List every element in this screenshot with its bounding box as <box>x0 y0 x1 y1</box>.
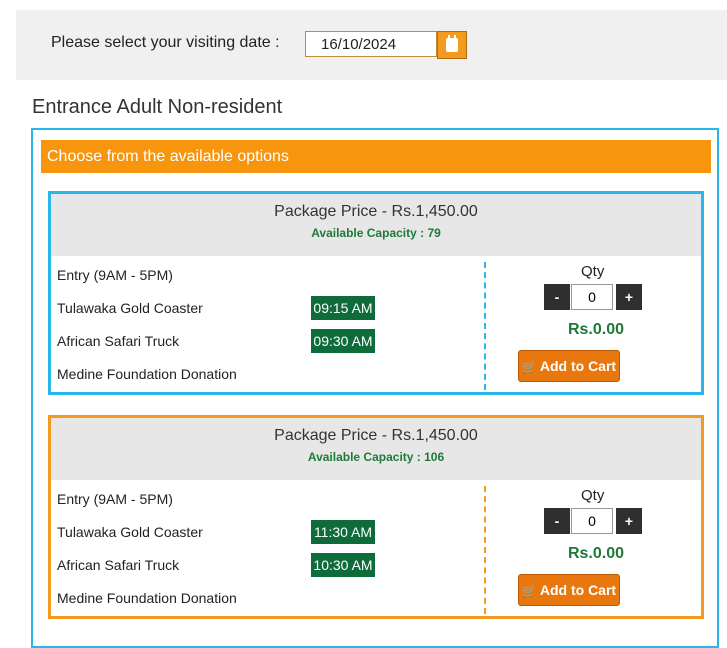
list-item: African Safari Truck 09:30 AM <box>57 329 477 353</box>
list-item: Medine Foundation Donation <box>57 363 477 385</box>
item-name: Tulawaka Gold Coaster <box>57 524 203 540</box>
time-slot-badge[interactable]: 10:30 AM <box>311 553 375 577</box>
visiting-date-input[interactable] <box>305 31 437 57</box>
item-name: Medine Foundation Donation <box>57 590 237 606</box>
qty-label: Qty <box>581 487 605 504</box>
options-banner: Choose from the available options <box>41 140 711 173</box>
package-price: Package Price - Rs.1,450.00 <box>274 427 478 444</box>
qty-input[interactable] <box>571 284 613 310</box>
package-card: Package Price - Rs.1,450.00 Available Ca… <box>48 415 704 619</box>
column-divider <box>484 262 486 390</box>
item-name: African Safari Truck <box>57 333 180 349</box>
list-item: African Safari Truck 10:30 AM <box>57 553 477 577</box>
item-name: Medine Foundation Donation <box>57 366 237 382</box>
package-header: Package Price - Rs.1,450.00 Available Ca… <box>51 418 701 480</box>
list-item: Tulawaka Gold Coaster 11:30 AM <box>57 520 477 544</box>
item-name: African Safari Truck <box>57 557 180 573</box>
list-item: Entry (9AM - 5PM) <box>57 488 477 510</box>
qty-decrement-button[interactable]: - <box>544 508 570 534</box>
add-to-cart-button[interactable]: 🛒 Add to Cart <box>518 350 620 382</box>
list-item: Medine Foundation Donation <box>57 587 477 609</box>
section-title: Entrance Adult Non-resident <box>32 96 283 118</box>
add-to-cart-label: Add to Cart <box>539 358 617 374</box>
calendar-button[interactable] <box>437 31 467 59</box>
package-subtotal: Rs.0.00 <box>567 545 625 562</box>
available-capacity: Available Capacity : 106 <box>307 450 445 464</box>
date-label: Please select your visiting date : <box>51 34 280 51</box>
package-card: Package Price - Rs.1,450.00 Available Ca… <box>48 191 704 395</box>
qty-input[interactable] <box>571 508 613 534</box>
qty-increment-button[interactable]: + <box>616 284 642 310</box>
package-subtotal: Rs.0.00 <box>567 321 625 338</box>
available-capacity: Available Capacity : 79 <box>311 226 441 240</box>
time-slot-badge[interactable]: 09:15 AM <box>311 296 375 320</box>
cart-icon: 🛒 <box>521 584 537 598</box>
qty-increment-button[interactable]: + <box>616 508 642 534</box>
calendar-icon <box>446 35 458 52</box>
list-item: Tulawaka Gold Coaster 09:15 AM <box>57 296 477 320</box>
qty-label: Qty <box>581 263 605 280</box>
qty-decrement-button[interactable]: - <box>544 284 570 310</box>
time-slot-badge[interactable]: 09:30 AM <box>311 329 375 353</box>
add-to-cart-button[interactable]: 🛒 Add to Cart <box>518 574 620 606</box>
item-name: Entry (9AM - 5PM) <box>57 267 173 283</box>
cart-icon: 🛒 <box>521 360 537 374</box>
item-name: Tulawaka Gold Coaster <box>57 300 203 316</box>
column-divider <box>484 486 486 614</box>
list-item: Entry (9AM - 5PM) <box>57 264 477 286</box>
package-price: Package Price - Rs.1,450.00 <box>274 203 478 220</box>
time-slot-badge[interactable]: 11:30 AM <box>311 520 375 544</box>
item-name: Entry (9AM - 5PM) <box>57 491 173 507</box>
add-to-cart-label: Add to Cart <box>539 582 617 598</box>
date-selector-bar: Please select your visiting date : <box>16 10 727 80</box>
package-header: Package Price - Rs.1,450.00 Available Ca… <box>51 194 701 256</box>
